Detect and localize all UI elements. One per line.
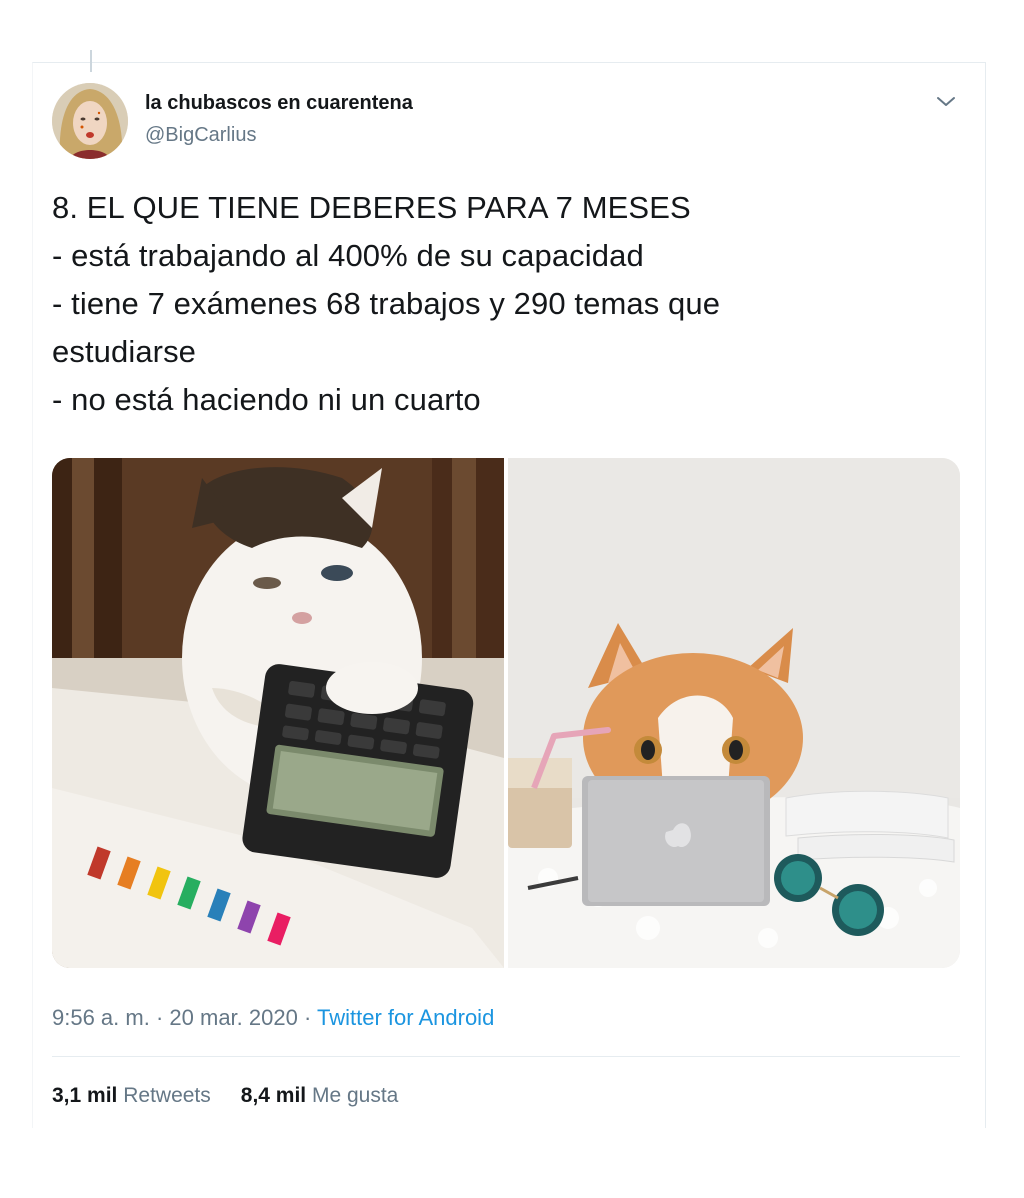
- likes-count: 8,4 mil: [240, 1084, 307, 1107]
- tweet-time[interactable]: 9:56 a. m.: [52, 1005, 150, 1030]
- retweets-label: Retweets: [123, 1084, 211, 1107]
- avatar[interactable]: [52, 83, 128, 159]
- media-grid: [52, 458, 960, 968]
- cat-with-calculator-photo-icon: [52, 458, 504, 968]
- tweet-source-link[interactable]: Twitter for Android: [317, 1005, 494, 1030]
- tweet-meta: 9:56 a. m. · 20 mar. 2020 · Twitter for …: [52, 1005, 494, 1031]
- cat-with-laptop-photo-icon: [508, 458, 960, 968]
- user-avatar-icon: [52, 83, 128, 159]
- divider: [52, 1056, 960, 1057]
- meta-separator: ·: [297, 1005, 317, 1030]
- retweets-count: 3,1 mil: [52, 1084, 118, 1107]
- tweet-text-line: 8. EL QUE TIENE DEBERES PARA 7 MESES: [52, 190, 691, 225]
- tweet-date[interactable]: 20 mar. 2020: [169, 1005, 297, 1030]
- tweet-menu-button[interactable]: [934, 94, 958, 110]
- tweet-text: 8. EL QUE TIENE DEBERES PARA 7 MESES - e…: [52, 184, 952, 424]
- tweet-text-line: - no está haciendo ni un cuarto: [52, 382, 481, 417]
- tweet-text-line: - tiene 7 exámenes 68 trabajos y 290 tem…: [52, 286, 721, 321]
- chevron-down-icon: [937, 97, 955, 106]
- tweet-text-line: estudiarse: [52, 334, 197, 369]
- author-name[interactable]: la chubascos en cuarentena: [145, 92, 413, 115]
- tweet-stats: 3,1 mil Retweets 8,4 mil Me gusta: [52, 1084, 398, 1108]
- author-handle[interactable]: @BigCarlius: [145, 124, 256, 147]
- likes-label: Me gusta: [311, 1084, 399, 1107]
- media-photo-left[interactable]: [52, 458, 504, 968]
- thread-connector-line: [90, 50, 92, 72]
- tweet-text-line: - está trabajando al 400% de su capacida…: [52, 238, 644, 273]
- media-photo-right[interactable]: [508, 458, 960, 968]
- likes-stat[interactable]: 8,4 mil Me gusta: [241, 1084, 399, 1108]
- meta-separator: ·: [149, 1005, 170, 1030]
- retweets-stat[interactable]: 3,1 mil Retweets: [52, 1084, 211, 1108]
